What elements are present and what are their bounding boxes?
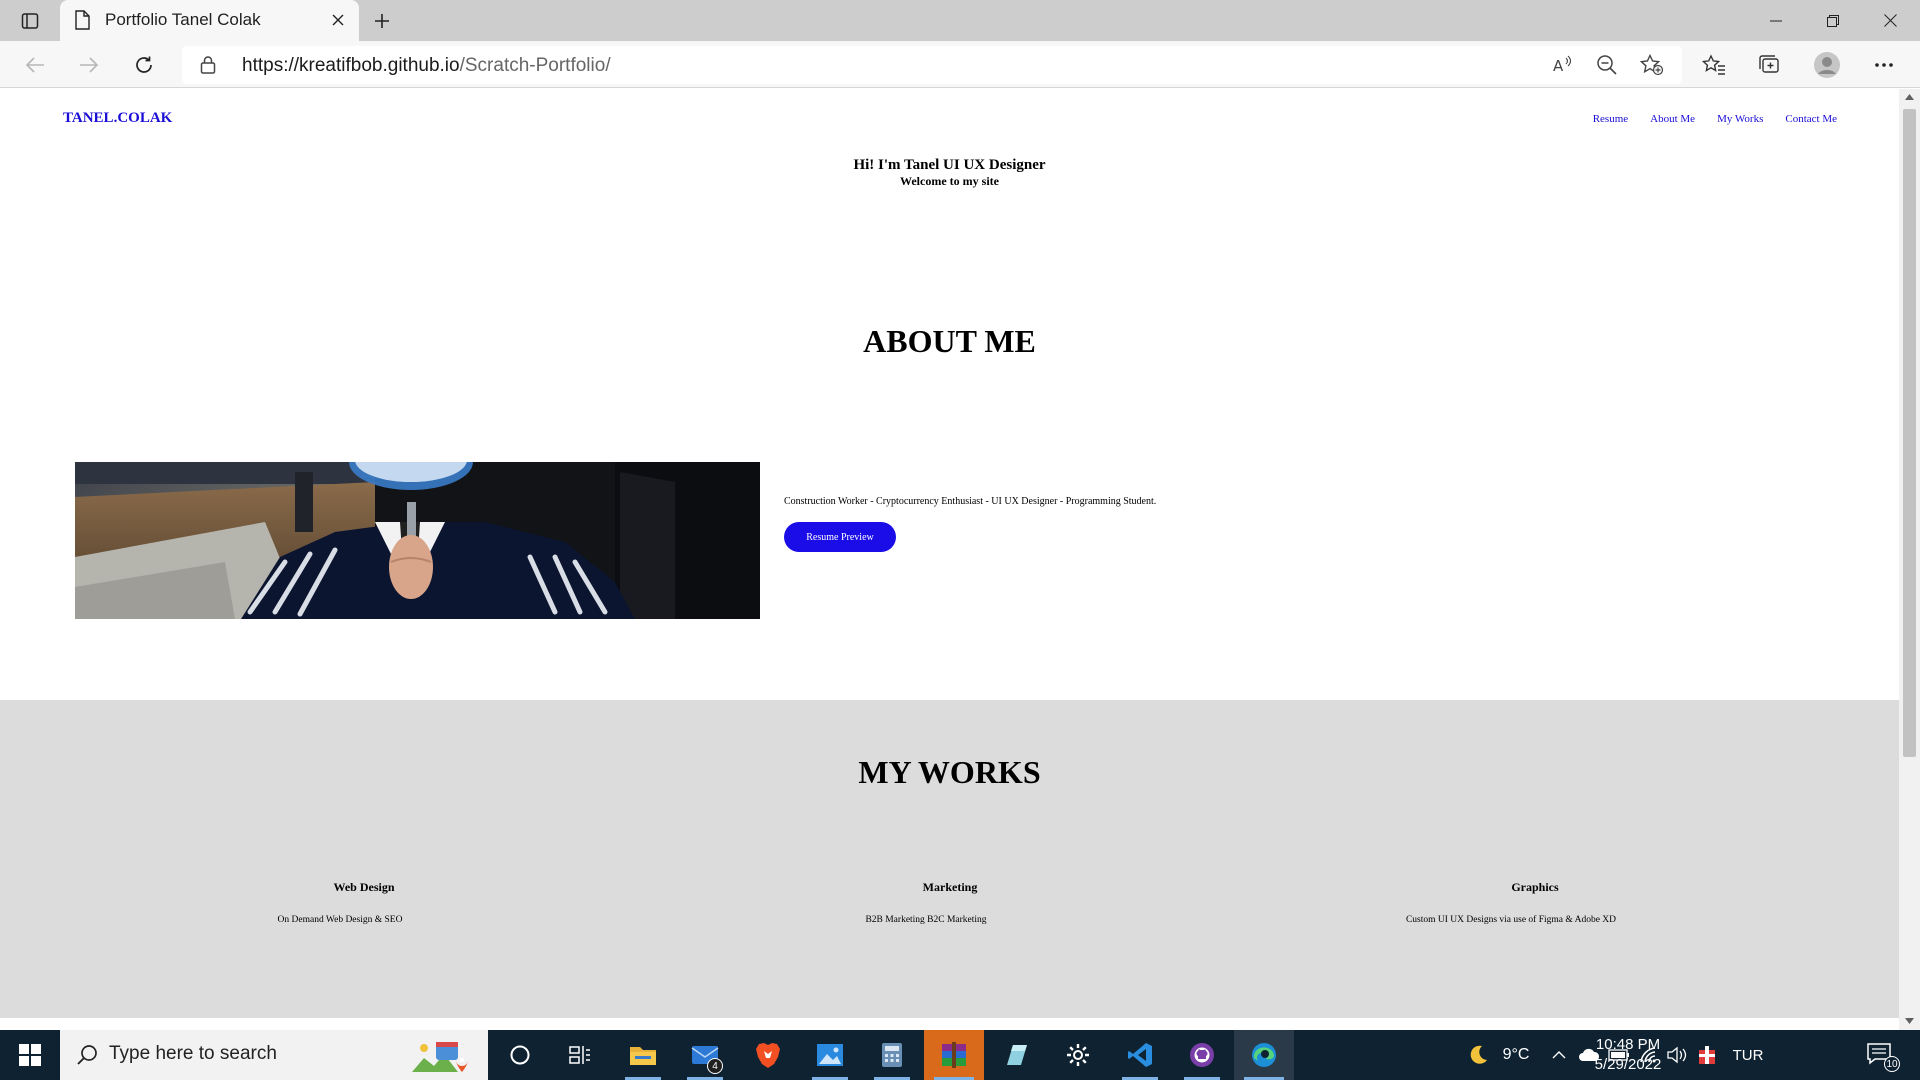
work-desc-graphics: Custom UI UX Designs via use of Figma & … — [1405, 915, 1617, 925]
input-language[interactable]: TUR — [1726, 1030, 1770, 1080]
search-icon — [76, 1044, 98, 1071]
read-aloud-icon[interactable]: A — [1552, 54, 1574, 81]
zoom-out-icon[interactable] — [1596, 54, 1618, 81]
add-favorite-icon[interactable] — [1639, 53, 1664, 81]
tab-actions-icon[interactable] — [14, 9, 46, 33]
windows-taskbar: Type here to search 4 9°C TUR 10:48 PM 5… — [0, 1030, 1920, 1080]
search-placeholder: Type here to search — [109, 1043, 277, 1064]
weather-widget-icon[interactable] — [410, 1038, 472, 1079]
nav-link-resume[interactable]: Resume — [1593, 113, 1628, 125]
url-host: https://kreatifbob.github.io — [242, 55, 460, 76]
show-hidden-icons-icon[interactable] — [1546, 1030, 1572, 1080]
back-icon[interactable] — [19, 49, 51, 81]
page-scrollbar[interactable] — [1899, 89, 1920, 1030]
minimize-icon[interactable] — [1748, 0, 1804, 41]
hero-title: Hi! I'm Tanel UI UX Designer — [853, 157, 1046, 173]
page-viewport: TANEL.COLAK Resume About Me My Works Con… — [0, 89, 1899, 1030]
nav-link-about-me[interactable]: About Me — [1650, 113, 1695, 125]
weather-moon-icon[interactable] — [1464, 1030, 1492, 1080]
browser-tab-strip: Portfolio Tanel Colak — [0, 0, 1920, 41]
magnifier-portrait-photo — [75, 462, 760, 619]
windows-logo-icon — [19, 1044, 41, 1066]
calculator-icon[interactable] — [864, 1030, 920, 1080]
clock-time: 10:48 PM — [1595, 1036, 1661, 1053]
task-view-icon[interactable] — [552, 1030, 608, 1080]
tab-title: Portfolio Tanel Colak — [105, 10, 261, 29]
hero-subtitle: Welcome to my site — [900, 174, 999, 188]
lock-icon[interactable] — [200, 55, 216, 80]
works-heading: MY WORKS — [858, 754, 1041, 790]
scroll-up-arrow-icon[interactable] — [1903, 91, 1916, 103]
works-section: MY WORKS Web Design On Demand Web Design… — [0, 700, 1899, 1030]
page-bottom-edge — [0, 1018, 1899, 1030]
site-nav: Resume About Me My Works Contact Me — [1593, 113, 1837, 125]
browser-toolbar: https://kreatifbob.github.io/Scratch-Por… — [0, 41, 1920, 88]
mail-icon[interactable]: 4 — [677, 1030, 733, 1080]
weather-temperature[interactable]: 9°C — [1494, 1030, 1538, 1080]
taskbar-search[interactable]: Type here to search — [60, 1030, 488, 1080]
favorites-icon[interactable] — [1698, 49, 1730, 81]
about-text: Construction Worker - Cryptocurrency Ent… — [784, 496, 1157, 507]
new-tab-button[interactable] — [368, 7, 396, 35]
brave-icon[interactable] — [740, 1030, 796, 1080]
url-path: /Scratch-Portfolio/ — [459, 55, 611, 76]
notes-icon[interactable] — [988, 1030, 1044, 1080]
start-button[interactable] — [0, 1030, 60, 1080]
site-logo[interactable]: TANEL.COLAK — [63, 110, 172, 127]
work-title-web-design: Web Design — [333, 880, 395, 894]
close-window-icon[interactable] — [1862, 0, 1918, 41]
taskbar-clock[interactable]: 10:48 PM 5/29/2022 — [1573, 1035, 1683, 1075]
notification-center-icon[interactable]: 10 — [1862, 1038, 1902, 1072]
github-desktop-icon[interactable] — [1174, 1030, 1230, 1080]
svg-text:A: A — [1553, 57, 1564, 75]
work-title-marketing: Marketing — [922, 880, 978, 894]
nav-link-contact-me[interactable]: Contact Me — [1785, 113, 1837, 125]
work-desc-web-design: On Demand Web Design & SEO — [277, 915, 403, 925]
address-bar[interactable]: https://kreatifbob.github.io/Scratch-Por… — [182, 46, 1682, 84]
scrollbar-thumb[interactable] — [1903, 109, 1916, 757]
restore-icon[interactable] — [1805, 0, 1861, 41]
mail-badge: 4 — [707, 1058, 723, 1074]
scroll-down-arrow-icon[interactable] — [1903, 1015, 1916, 1027]
profile-avatar[interactable] — [1811, 49, 1843, 81]
page-icon — [74, 10, 90, 35]
photos-icon[interactable] — [802, 1030, 858, 1080]
notification-count: 10 — [1884, 1056, 1900, 1072]
winrar-icon[interactable] — [924, 1030, 984, 1080]
cortana-icon[interactable] — [492, 1030, 548, 1080]
nav-link-my-works[interactable]: My Works — [1717, 113, 1763, 125]
work-title-graphics: Graphics — [1511, 880, 1559, 894]
work-desc-marketing: B2B Marketing B2C Marketing — [865, 915, 987, 925]
refresh-icon[interactable] — [128, 49, 160, 81]
more-options-icon[interactable] — [1868, 49, 1900, 81]
url-text[interactable]: https://kreatifbob.github.io/Scratch-Por… — [242, 55, 611, 77]
vscode-icon[interactable] — [1112, 1030, 1168, 1080]
browser-tab[interactable]: Portfolio Tanel Colak — [60, 0, 359, 41]
close-tab-icon[interactable] — [327, 9, 349, 31]
app-tray-icon[interactable] — [1694, 1030, 1720, 1080]
edge-icon[interactable] — [1234, 1030, 1294, 1080]
resume-preview-button[interactable]: Resume Preview — [784, 522, 896, 552]
about-image — [75, 462, 760, 619]
clock-date: 5/29/2022 — [1594, 1056, 1662, 1073]
hero: Hi! I'm Tanel UI UX Designer Welcome to … — [0, 157, 1899, 188]
about-heading: ABOUT ME — [863, 323, 1036, 359]
settings-icon[interactable] — [1050, 1030, 1106, 1080]
forward-icon[interactable] — [73, 49, 105, 81]
collections-icon[interactable] — [1754, 49, 1786, 81]
file-explorer-icon[interactable] — [615, 1030, 671, 1080]
